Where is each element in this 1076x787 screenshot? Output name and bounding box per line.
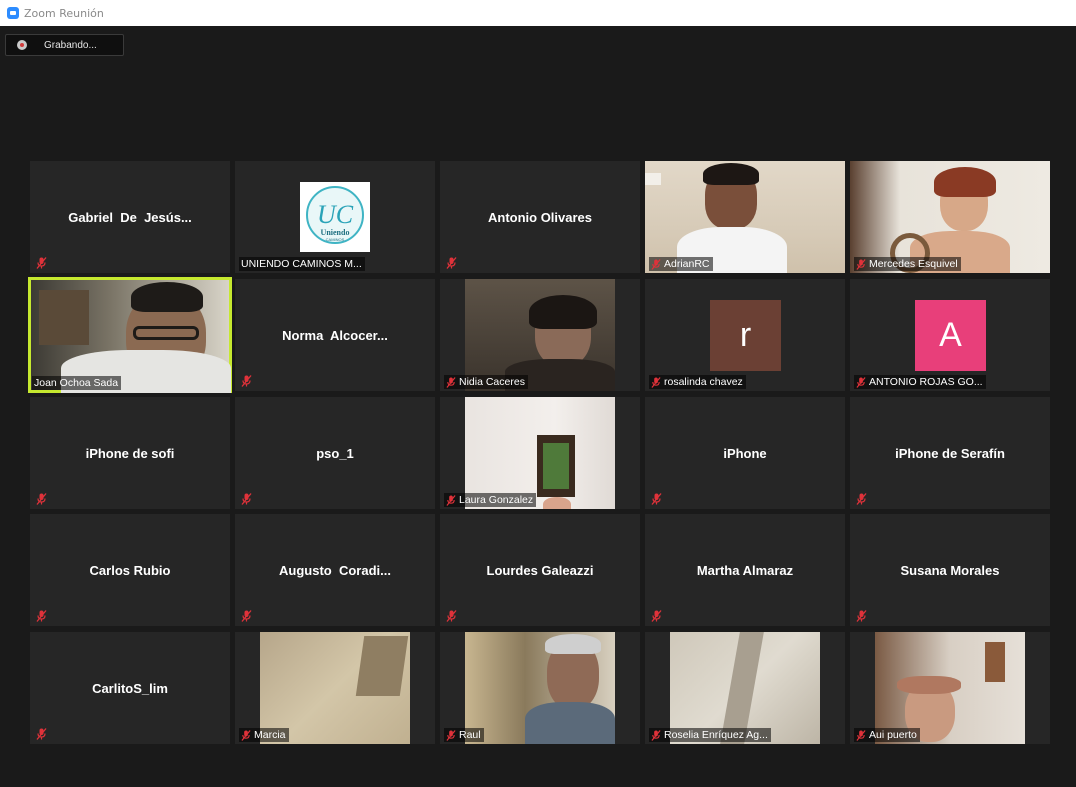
participant-tile[interactable]: AdrianRC [645,161,845,273]
participant-tile[interactable]: A ANTONIO ROJAS GO... [850,279,1050,391]
participant-name: Aui puerto [869,729,917,741]
video-feed [31,280,231,393]
participant-tile[interactable]: Aui puerto [850,632,1050,744]
participant-tile[interactable]: r rosalinda chavez [645,279,845,391]
muted-mic-icon [446,376,456,388]
participant-avatar: A [915,300,986,371]
participant-tile[interactable]: Laura Gonzalez [440,397,640,509]
participant-caption: AdrianRC [649,257,713,271]
participant-caption: Roselia Enríquez Ag... [649,728,771,742]
muted-mic-icon [36,257,47,269]
window-title: Zoom Reunión [24,6,104,20]
participant-caption: UNIENDO CAMINOS M... [239,257,365,271]
muted-mic-icon [856,258,866,270]
participant-name: Laura Gonzalez [459,494,534,506]
zoom-app-icon [7,7,19,19]
participant-name: Augusto Coradi... [279,562,391,578]
participant-name: Lourdes Galeazzi [486,562,594,578]
participant-tile[interactable]: Roselia Enríquez Ag... [645,632,845,744]
muted-mic-icon [446,494,456,506]
logo-word: Uniendo [321,228,350,237]
participant-caption: Raul [444,728,484,742]
muted-mic-icon [241,375,252,387]
participant-tile[interactable]: Antonio Olivares [440,161,640,273]
participant-name: ANTONIO ROJAS GO... [869,376,983,388]
muted-mic-icon [241,493,252,505]
participant-caption: Marcia [239,728,289,742]
title-bar: Zoom Reunión [0,0,1076,26]
participant-caption: Mercedes Esquivel [854,257,961,271]
participant-name: AdrianRC [664,258,710,270]
participant-caption: Aui puerto [854,728,920,742]
participant-name: Susana Morales [900,562,1000,578]
participant-tile[interactable]: iPhone de sofi [30,397,230,509]
participant-tile[interactable]: Mercedes Esquivel [850,161,1050,273]
record-icon [17,40,27,50]
video-feed [465,632,615,744]
participant-name: rosalinda chavez [664,376,743,388]
logo-mark: UC [317,200,354,229]
logo-word2: CAMINOS [326,237,345,242]
participant-tile[interactable]: Nidia Caceres [440,279,640,391]
recording-indicator[interactable]: Grabando... [5,34,124,56]
participant-tile[interactable]: CarlitoS_lim [30,632,230,744]
participant-tile[interactable]: Marcia [235,632,435,744]
participant-tile[interactable]: pso_1 [235,397,435,509]
participant-caption: Joan Ochoa Sada [32,376,122,390]
muted-mic-icon [36,728,47,740]
participant-name: Mercedes Esquivel [869,258,958,270]
participant-name: Roselia Enríquez Ag... [664,729,768,741]
participant-tile[interactable]: Martha Almaraz [645,514,845,626]
participant-name: Joan Ochoa Sada [34,377,119,389]
participant-tile[interactable]: UC Uniendo CAMINOS UNIENDO CAMINOS M... [235,161,435,273]
muted-mic-icon [651,258,661,270]
participant-tile[interactable]: Norma Alcocer... [235,279,435,391]
participant-name: Nidia Caceres [459,376,525,388]
participant-tile[interactable]: Augusto Coradi... [235,514,435,626]
participant-name: pso_1 [316,445,354,461]
participant-name: Gabriel De Jesús... [68,209,192,225]
participant-tile[interactable]: Susana Morales [850,514,1050,626]
muted-mic-icon [856,493,867,505]
participant-name: Norma Alcocer... [282,327,388,343]
participant-caption: Nidia Caceres [444,375,528,389]
recording-label: Grabando... [44,39,97,51]
participant-name: Raul [459,729,481,741]
participant-caption: Laura Gonzalez [444,493,537,507]
participant-name: Carlos Rubio [89,562,171,578]
muted-mic-icon [651,493,662,505]
muted-mic-icon [446,729,456,741]
participant-name: CarlitoS_lim [92,680,168,696]
participant-tile[interactable]: Raul [440,632,640,744]
participant-caption: ANTONIO ROJAS GO... [854,375,986,389]
participant-name: iPhone de sofi [85,445,175,461]
muted-mic-icon [36,610,47,622]
participant-name: Marcia [254,729,286,741]
participant-name: Antonio Olivares [487,209,593,225]
participant-caption: rosalinda chavez [649,375,746,389]
muted-mic-icon [856,729,866,741]
participant-tile[interactable]: Carlos Rubio [30,514,230,626]
muted-mic-icon [446,257,457,269]
muted-mic-icon [36,493,47,505]
muted-mic-icon [856,610,867,622]
participant-tile-active-speaker[interactable]: Joan Ochoa Sada [28,277,232,393]
participant-name: UNIENDO CAMINOS M... [241,258,362,270]
muted-mic-icon [651,729,661,741]
participant-tile[interactable]: Gabriel De Jesús... [30,161,230,273]
participant-avatar: r [710,300,781,371]
participant-tile[interactable]: iPhone [645,397,845,509]
muted-mic-icon [651,610,662,622]
participant-name: iPhone [723,445,767,461]
muted-mic-icon [446,610,457,622]
participant-name: Martha Almaraz [696,562,794,578]
participant-tile[interactable]: Lourdes Galeazzi [440,514,640,626]
muted-mic-icon [856,376,866,388]
profile-logo: UC Uniendo CAMINOS [300,182,370,252]
muted-mic-icon [651,376,661,388]
participant-tile[interactable]: iPhone de Serafín [850,397,1050,509]
participant-name: iPhone de Serafín [895,445,1005,461]
muted-mic-icon [241,729,251,741]
muted-mic-icon [241,610,252,622]
